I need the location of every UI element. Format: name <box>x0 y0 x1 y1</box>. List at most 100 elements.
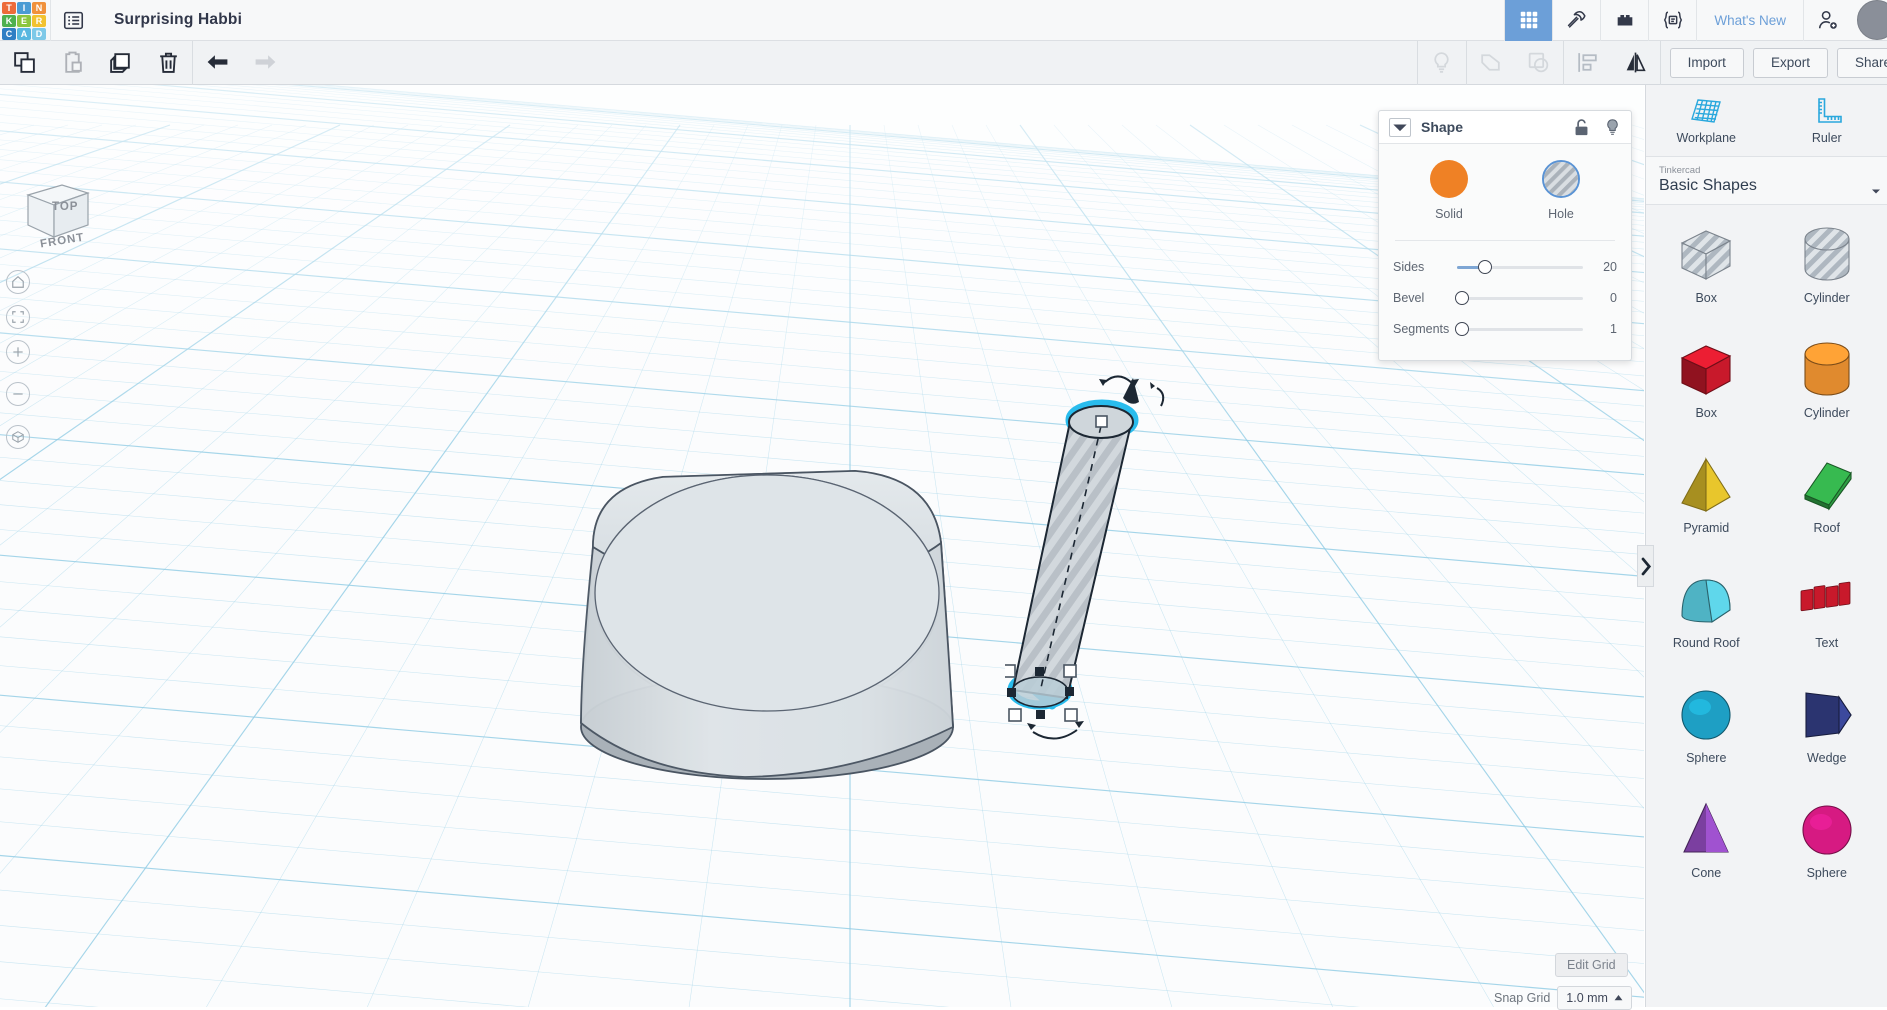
logo-tile-n: N <box>32 2 46 14</box>
redo-button[interactable] <box>241 41 289 85</box>
paste-icon <box>60 50 85 75</box>
undo-button[interactable] <box>193 41 241 85</box>
shape-item-pyramid[interactable]: Pyramid <box>1646 435 1767 550</box>
home-icon <box>11 275 25 289</box>
slider-row-bevel: Bevel0 <box>1393 282 1617 313</box>
avatar[interactable] <box>1857 0 1887 40</box>
toolbar-divider-5 <box>1660 41 1661 85</box>
shape-item-text[interactable]: Text <box>1767 550 1887 665</box>
viewcube-top-label: TOP <box>52 201 78 213</box>
wedge-thumbnail-icon <box>1793 681 1861 749</box>
hole-mode-button[interactable]: Hole <box>1542 160 1580 221</box>
rounded-box-solid-shape[interactable] <box>555 465 975 815</box>
redo-arrow-icon <box>253 50 278 75</box>
shapes-grid: BoxCylinderBoxCylinderPyramidRoofRound R… <box>1646 205 1887 895</box>
shape-item-roof[interactable]: Roof <box>1767 435 1887 550</box>
codeblocks-button[interactable] <box>1648 0 1696 41</box>
shape-item-roundroof[interactable]: Round Roof <box>1646 550 1767 665</box>
selected-cylinder-hole-shape[interactable] <box>1005 360 1185 760</box>
chevron-down-icon[interactable] <box>1870 185 1882 197</box>
shape-panel-collapse-button[interactable] <box>1389 118 1411 137</box>
unlocked-padlock-icon[interactable] <box>1573 118 1590 137</box>
slider-fill <box>1457 266 1480 269</box>
copy-button[interactable] <box>0 41 48 85</box>
shape-item-cylinder-hole[interactable]: Cylinder <box>1767 205 1887 320</box>
top-right-toolbar: What's New <box>1504 0 1887 41</box>
solid-mode-button[interactable]: Solid <box>1430 160 1468 221</box>
home-view-button[interactable] <box>6 270 30 294</box>
align-icon <box>1575 50 1600 75</box>
slider-value-segments: 1 <box>1583 322 1617 336</box>
blocks-button[interactable] <box>1600 0 1648 41</box>
shape-item-cone[interactable]: Cone <box>1646 780 1767 895</box>
sidebar-collapse-toggle[interactable] <box>1637 545 1654 587</box>
shape-panel-header: Shape <box>1379 111 1631 144</box>
shape-item-box-hole[interactable]: Box <box>1646 205 1767 320</box>
logo-tile-k: K <box>2 15 16 27</box>
hole-label: Hole <box>1542 207 1580 221</box>
group-button[interactable] <box>1467 41 1515 85</box>
menu-button[interactable] <box>50 0 96 41</box>
box-thumbnail-icon <box>1672 221 1740 289</box>
light-button[interactable] <box>1418 41 1466 85</box>
tinkercad-logo[interactable]: TINKERCAD <box>0 0 50 41</box>
cone-thumbnail-icon <box>1672 796 1740 864</box>
group-shapes-icon <box>1478 50 1503 75</box>
shape-item-label: Cylinder <box>1804 291 1850 305</box>
shape-item-label: Box <box>1695 291 1717 305</box>
paste-button[interactable] <box>48 41 96 85</box>
designs-grid-button[interactable] <box>1504 0 1552 41</box>
zoom-out-button[interactable] <box>6 382 30 406</box>
align-button[interactable] <box>1564 41 1612 85</box>
slider-knob-segments[interactable] <box>1455 322 1469 336</box>
edit-grid-button[interactable]: Edit Grid <box>1555 953 1628 977</box>
export-button[interactable]: Export <box>1753 48 1828 78</box>
invite-people-button[interactable] <box>1803 0 1851 41</box>
shape-item-sphere[interactable]: Sphere <box>1646 665 1767 780</box>
import-button[interactable]: Import <box>1670 48 1744 78</box>
perspective-toggle-button[interactable] <box>6 425 30 449</box>
duplicate-button[interactable] <box>96 41 144 85</box>
shape-collection-selector[interactable]: Tinkercad Basic Shapes <box>1646 157 1887 205</box>
lightbulb-icon[interactable] <box>1604 118 1621 137</box>
ruler-tool[interactable]: Ruler <box>1767 85 1887 156</box>
slider-label-segments: Segments <box>1393 322 1457 336</box>
shape-item-wedge[interactable]: Wedge <box>1767 665 1887 780</box>
mirror-flip-icon <box>1623 50 1648 75</box>
solid-label: Solid <box>1430 207 1468 221</box>
shape-properties-panel: Shape Solid <box>1378 110 1632 361</box>
zoom-in-button[interactable] <box>6 340 30 364</box>
slider-track-bevel[interactable] <box>1457 290 1583 306</box>
ungroup-button[interactable] <box>1515 41 1563 85</box>
pickaxe-icon <box>1566 9 1588 31</box>
slider-value-bevel: 0 <box>1583 291 1617 305</box>
undo-arrow-icon <box>205 50 230 75</box>
collection-owner: Tinkercad <box>1659 165 1874 176</box>
solid-color-circle <box>1430 160 1468 198</box>
slider-knob-sides[interactable] <box>1478 260 1492 274</box>
shape-panel-title: Shape <box>1421 119 1463 135</box>
minecraft-button[interactable] <box>1552 0 1600 41</box>
slider-track-sides[interactable] <box>1457 259 1583 275</box>
shape-item-label: Wedge <box>1807 751 1846 765</box>
shape-item-sphere[interactable]: Sphere <box>1767 780 1887 895</box>
shape-item-box[interactable]: Box <box>1646 320 1767 435</box>
minus-icon <box>11 387 25 401</box>
snap-grid-label: Snap Grid <box>1494 991 1550 1005</box>
slider-knob-bevel[interactable] <box>1455 291 1469 305</box>
shape-item-cylinder[interactable]: Cylinder <box>1767 320 1887 435</box>
fit-to-view-button[interactable] <box>6 305 30 329</box>
slider-track-segments[interactable] <box>1457 321 1583 337</box>
whats-new-link[interactable]: What's New <box>1696 0 1803 41</box>
delete-button[interactable] <box>144 41 192 85</box>
snap-grid-select[interactable]: 1.0 mm <box>1557 986 1632 1010</box>
workplane-tool[interactable]: Workplane <box>1646 85 1767 156</box>
mirror-button[interactable] <box>1612 41 1660 85</box>
shape-item-label: Text <box>1815 636 1838 650</box>
add-person-icon <box>1817 9 1839 31</box>
slider-label-sides: Sides <box>1393 260 1457 274</box>
share-button[interactable]: Share <box>1837 48 1887 78</box>
workplane-tool-label: Workplane <box>1676 131 1736 145</box>
logo-tile-d: D <box>32 28 46 40</box>
shape-panel-body: Solid Hole Sides20Bevel0Segments1 <box>1379 144 1631 360</box>
